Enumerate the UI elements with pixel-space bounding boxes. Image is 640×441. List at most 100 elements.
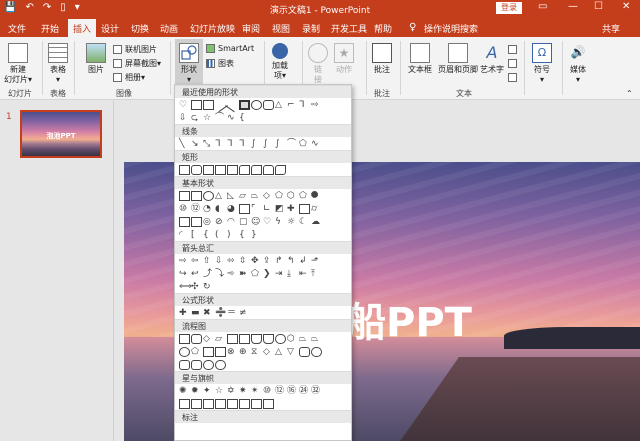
flowchart-multidocument-icon[interactable] <box>263 333 274 344</box>
share-button[interactable]: 共享 <box>602 22 620 35</box>
arrow-down-icon[interactable]: ⇩ <box>215 256 226 266</box>
rect-icon[interactable] <box>179 164 190 175</box>
tab-animations[interactable]: 动画 <box>160 22 178 35</box>
curved-right-arrow-icon[interactable]: ↪ <box>179 269 190 279</box>
divide-icon[interactable]: ➗ <box>215 308 226 318</box>
flowchart-offpage-connector-icon[interactable]: ⬠ <box>191 347 202 357</box>
dodecagon-icon[interactable]: ⑫ <box>191 204 202 214</box>
tab-file[interactable]: 文件 <box>8 22 26 35</box>
circular-arrow-icon[interactable]: ↻ <box>203 282 214 292</box>
isosceles-triangle-icon[interactable]: △ <box>215 191 226 201</box>
up-arrow-callout-icon[interactable]: ⤒ <box>311 269 322 279</box>
curve-icon[interactable]: ⌒ <box>287 139 298 149</box>
textbox-button[interactable]: 文本框 <box>408 43 432 75</box>
curved-ribbon-down-icon[interactable] <box>215 398 226 409</box>
parallelogram-icon[interactable]: ▱ <box>239 191 250 201</box>
tab-home[interactable]: 开始 <box>41 22 59 35</box>
double-bracket-icon[interactable]: [ <box>191 230 202 240</box>
diagonal-stripe-icon[interactable]: ◩ <box>275 204 286 214</box>
curved-arrow-connector-icon[interactable]: ∫ <box>263 139 274 149</box>
heart-shape-icon[interactable]: ♡ <box>179 100 190 110</box>
left-brace-icon[interactable]: { <box>239 230 250 240</box>
object-icon[interactable] <box>508 73 517 82</box>
no-symbol-icon[interactable]: ⊘ <box>215 217 226 227</box>
right-bracket-icon[interactable]: ) <box>227 230 238 240</box>
elbow-double-arrow-icon[interactable]: ᒣ <box>239 139 250 149</box>
arrow-left-icon[interactable]: ⇦ <box>191 256 202 266</box>
decagon-icon[interactable]: ⑩ <box>179 204 190 214</box>
not-equal-icon[interactable]: ≠ <box>239 308 250 318</box>
wordart-button[interactable]: A 艺术字 <box>480 43 504 75</box>
tab-view[interactable]: 视图 <box>272 22 290 35</box>
equal-icon[interactable]: ＝ <box>227 308 238 318</box>
flowchart-card-icon[interactable] <box>203 346 214 357</box>
snip-diagonal-rect-icon[interactable] <box>227 164 238 175</box>
flowchart-sequential-access-icon[interactable] <box>179 359 190 370</box>
double-brace-icon[interactable]: { <box>203 230 214 240</box>
double-arrow-icon[interactable]: ⤡ <box>203 139 214 149</box>
photo-album-button[interactable]: 相册▾ <box>113 72 145 83</box>
left-right-up-arrow-icon[interactable]: ⇪ <box>263 256 274 266</box>
arrow-right-icon[interactable]: ⇨ <box>179 256 190 266</box>
action-button[interactable]: ★ 动作 <box>334 43 354 75</box>
down-arrow-callout-icon[interactable]: ⤓ <box>287 269 298 279</box>
snip-single-corner-rect-icon[interactable] <box>203 164 214 175</box>
explosion2-icon[interactable]: ✹ <box>191 386 202 396</box>
triangle-shape-icon[interactable]: △ <box>275 100 286 110</box>
folded-corner-icon[interactable]: ▢ <box>239 217 250 227</box>
moon-icon[interactable]: ☾ <box>299 217 310 227</box>
flowchart-connector-icon[interactable] <box>179 346 190 357</box>
slide-title-text[interactable]: 船PPT <box>346 290 472 348</box>
bent-arrow-shape-icon[interactable]: ⮎ <box>191 113 202 123</box>
tab-design[interactable]: 设计 <box>101 22 119 35</box>
maximize-button[interactable]: ☐ <box>594 1 603 12</box>
flowchart-manual-input-icon[interactable]: ⏢ <box>299 334 310 344</box>
right-arrow-callout-icon[interactable]: ⇥ <box>275 269 286 279</box>
collapse-ribbon-icon[interactable]: ⌃ <box>626 89 633 98</box>
curved-connector-icon[interactable]: ∫ <box>251 139 262 149</box>
flowchart-decision-icon[interactable]: ◇ <box>203 334 214 344</box>
tab-developer[interactable]: 开发工具 <box>331 22 367 35</box>
scribble-icon[interactable]: ∿ <box>311 139 322 149</box>
screenshot-button[interactable]: 屏幕截图▾ <box>113 58 161 69</box>
frame-icon[interactable] <box>239 203 250 214</box>
flowchart-or-icon[interactable]: ⊕ <box>239 347 250 357</box>
curved-double-arrow-icon[interactable]: ∫ <box>275 139 286 149</box>
star12-icon[interactable]: ⑫ <box>275 386 286 396</box>
flowchart-stored-data-icon[interactable] <box>299 346 310 357</box>
arrow-up-icon[interactable]: ⇧ <box>203 256 214 266</box>
smartart-button[interactable]: SmartArt <box>206 44 254 53</box>
tab-record[interactable]: 录制 <box>302 22 320 35</box>
hexagon-icon[interactable]: ⬡ <box>287 191 298 201</box>
bent-up-arrow-icon[interactable]: ⬏ <box>311 256 322 266</box>
flowchart-direct-access-icon[interactable] <box>203 359 214 370</box>
flowchart-manual-operation-icon[interactable]: ⏢ <box>311 334 322 344</box>
addins-button[interactable]: 加载 项▾ <box>272 43 288 81</box>
close-button[interactable]: ✕ <box>622 1 630 12</box>
half-frame-icon[interactable]: ⌜ <box>251 204 262 214</box>
cube-icon[interactable] <box>179 216 190 227</box>
link-button[interactable]: 链 接 <box>308 43 328 85</box>
arrow-line-shape-icon[interactable] <box>225 97 240 112</box>
table-button[interactable]: 表格 ▾ <box>48 43 68 85</box>
chord-icon[interactable]: ◖ <box>215 204 226 214</box>
vertical-scroll-icon[interactable] <box>227 398 238 409</box>
arrow-left-right-icon[interactable]: ⬄ <box>227 256 238 266</box>
heart-icon[interactable]: ♡ <box>263 217 274 227</box>
chevron-icon[interactable]: ❯ <box>263 269 274 279</box>
flowchart-collate-icon[interactable]: ⧖ <box>251 347 262 357</box>
left-arrow-callout-icon[interactable]: ⇤ <box>299 269 310 279</box>
star7-icon[interactable]: ✷ <box>239 386 250 396</box>
curve-shape-icon[interactable]: ⌒ <box>215 113 226 123</box>
arrow-icon[interactable]: ↘ <box>191 139 202 149</box>
flowchart-display-icon[interactable] <box>215 359 226 370</box>
wave-icon[interactable] <box>251 398 262 409</box>
octagon-icon[interactable]: ⯃ <box>311 191 322 201</box>
arc-icon[interactable]: ◜ <box>179 230 190 240</box>
tab-transitions[interactable]: 切换 <box>131 22 149 35</box>
pie-icon[interactable]: ◔ <box>203 204 214 214</box>
cloud-icon[interactable]: ☁ <box>311 217 322 227</box>
login-button[interactable]: 登录 <box>496 2 522 14</box>
l-shape-icon[interactable]: ∟ <box>263 204 274 214</box>
curved-up-arrow-icon[interactable]: ⤴ <box>203 269 214 279</box>
